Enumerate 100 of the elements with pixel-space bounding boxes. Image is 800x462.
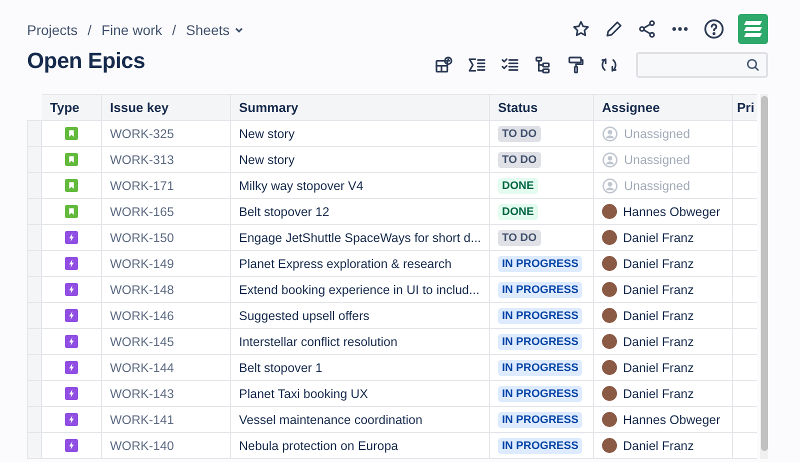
- summary-cell: Extend booking experience in UI to includ...: [231, 277, 490, 303]
- status-lozenge: IN PROGRESS: [498, 360, 582, 376]
- status-lozenge: DONE: [498, 204, 538, 220]
- user-icon: [602, 126, 618, 142]
- lightning-icon: [65, 283, 78, 296]
- assignee-name: Hannes Obweger: [623, 412, 720, 426]
- lightning-icon: [65, 231, 78, 244]
- issue-key: WORK-325: [102, 121, 231, 147]
- status-lozenge: IN PROGRESS: [498, 386, 582, 402]
- bookmark-icon: [65, 127, 78, 140]
- assignee-name: Hannes Obweger: [623, 204, 720, 218]
- status-lozenge: DONE: [498, 178, 538, 194]
- breadcrumb-link[interactable]: Fine work: [101, 22, 162, 38]
- summary-cell: Interstellar conflict resolution: [231, 329, 490, 355]
- user-icon: [602, 178, 618, 194]
- assignee-name: Unassigned: [624, 178, 690, 192]
- help-icon[interactable]: [703, 18, 725, 40]
- issue-key: WORK-143: [102, 381, 231, 407]
- separator: /: [88, 22, 92, 38]
- row-handle[interactable]: [27, 121, 42, 147]
- assignee-name: Daniel Franz: [623, 438, 694, 452]
- paint-roller-icon[interactable]: [566, 55, 586, 75]
- column-header[interactable]: Pri: [733, 94, 757, 121]
- assignee-name: Daniel Franz: [623, 386, 694, 400]
- status-lozenge: IN PROGRESS: [498, 438, 582, 454]
- scrollbar[interactable]: [760, 94, 768, 459]
- assignee-name: Unassigned: [624, 126, 690, 140]
- issue-key: WORK-148: [102, 277, 231, 303]
- page-title: Open Epics: [27, 48, 146, 74]
- issue-key: WORK-165: [102, 199, 231, 225]
- avatar: [602, 282, 617, 297]
- avatar: [602, 334, 617, 349]
- assignee-name: Daniel Franz: [623, 282, 694, 296]
- avatar: [602, 204, 617, 219]
- row-handle[interactable]: [27, 407, 42, 433]
- column-header[interactable]: Type: [42, 94, 102, 121]
- row-handle[interactable]: [27, 199, 42, 225]
- breadcrumb-link[interactable]: Sheets: [186, 22, 244, 38]
- search-icon[interactable]: [746, 58, 760, 72]
- summary-cell: Belt stopover 1: [231, 355, 490, 381]
- summary-cell: Engage JetShuttle SpaceWays for short d...: [231, 225, 490, 251]
- user-icon: [602, 152, 618, 168]
- status-lozenge: IN PROGRESS: [498, 308, 582, 324]
- lightning-icon: [65, 413, 78, 426]
- summary-cell: Planet Taxi booking UX: [231, 381, 490, 407]
- bookmark-icon: [65, 179, 78, 192]
- assignee-name: Unassigned: [624, 152, 690, 166]
- summary-cell: New story: [231, 147, 490, 173]
- row-handle[interactable]: [27, 329, 42, 355]
- app-logo[interactable]: [738, 14, 768, 44]
- issue-key: WORK-150: [102, 225, 231, 251]
- assignee-name: Daniel Franz: [623, 256, 694, 270]
- column-header[interactable]: Issue key: [102, 94, 231, 121]
- issue-key: WORK-144: [102, 355, 231, 381]
- lightning-icon: [65, 439, 78, 452]
- row-handle[interactable]: [27, 277, 42, 303]
- row-handle[interactable]: [27, 381, 42, 407]
- status-lozenge: TO DO: [498, 152, 541, 168]
- chevron-down-icon[interactable]: [234, 25, 244, 35]
- row-handle[interactable]: [27, 147, 42, 173]
- share-icon[interactable]: [637, 19, 657, 39]
- row-handle[interactable]: [27, 355, 42, 381]
- pencil-icon[interactable]: [604, 19, 624, 39]
- lightning-icon: [65, 361, 78, 374]
- assignee-name: Daniel Franz: [623, 230, 694, 244]
- column-header[interactable]: Summary: [231, 94, 490, 121]
- issue-key: WORK-145: [102, 329, 231, 355]
- lightning-icon: [65, 387, 78, 400]
- avatar: [602, 308, 617, 323]
- bookmark-icon: [65, 205, 78, 218]
- column-header[interactable]: Status: [490, 94, 594, 121]
- breadcrumb-link[interactable]: Projects: [27, 22, 78, 38]
- issue-key: WORK-149: [102, 251, 231, 277]
- search-field[interactable]: [636, 52, 768, 78]
- separator: /: [172, 22, 176, 38]
- status-lozenge: TO DO: [498, 126, 541, 142]
- avatar: [602, 386, 617, 401]
- star-icon[interactable]: [571, 19, 591, 39]
- issue-key: WORK-313: [102, 147, 231, 173]
- column-header[interactable]: Assignee: [594, 94, 733, 121]
- lightning-icon: [65, 309, 78, 322]
- assignee-name: Daniel Franz: [623, 334, 694, 348]
- row-handle[interactable]: [27, 251, 42, 277]
- status-lozenge: TO DO: [498, 230, 541, 246]
- issue-key: WORK-140: [102, 433, 231, 459]
- row-handle[interactable]: [27, 225, 42, 251]
- row-handle[interactable]: [27, 433, 42, 459]
- lightning-icon: [65, 257, 78, 270]
- issue-key: WORK-171: [102, 173, 231, 199]
- avatar: [602, 412, 617, 427]
- issue-key: WORK-141: [102, 407, 231, 433]
- avatar: [602, 256, 617, 271]
- assignee-name: Daniel Franz: [623, 360, 694, 374]
- summary-cell: Belt stopover 12: [231, 199, 490, 225]
- avatar: [602, 230, 617, 245]
- row-handle[interactable]: [27, 173, 42, 199]
- status-lozenge: IN PROGRESS: [498, 282, 582, 298]
- summary-cell: Planet Express exploration & research: [231, 251, 490, 277]
- row-handle[interactable]: [27, 303, 42, 329]
- lightning-icon: [65, 335, 78, 348]
